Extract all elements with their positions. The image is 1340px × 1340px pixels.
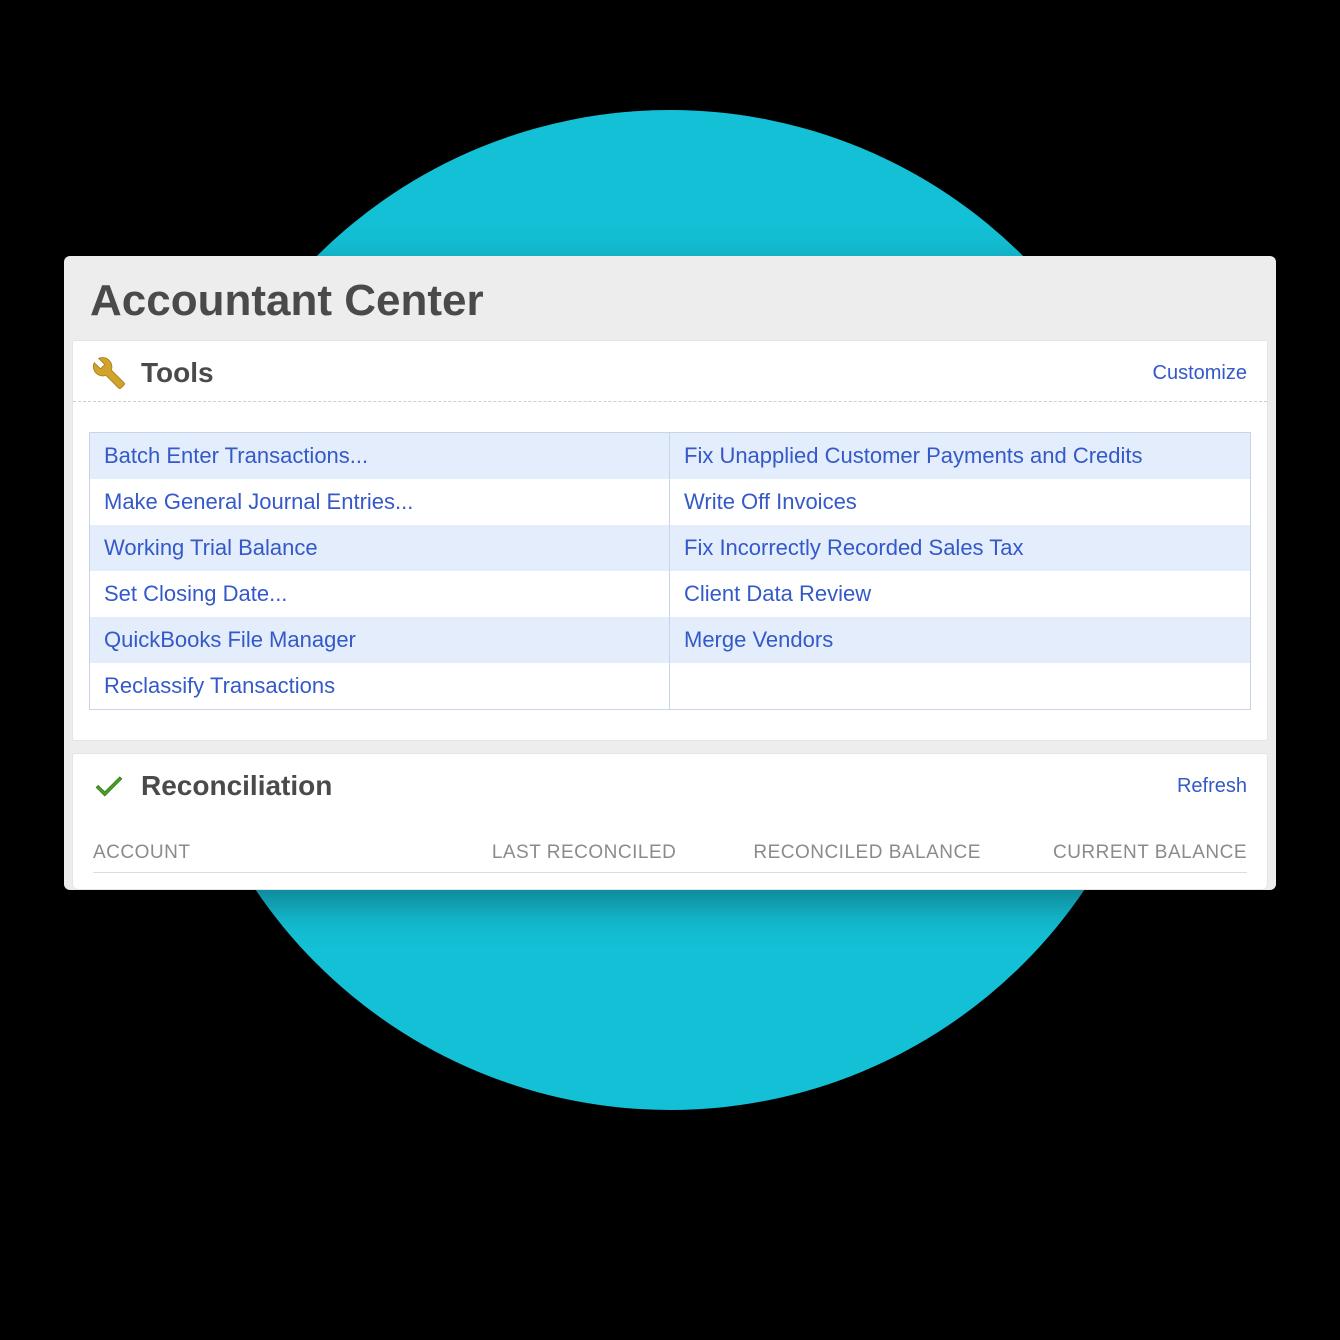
checkmark-icon <box>91 768 127 804</box>
tools-panel-header: Tools Customize <box>73 341 1267 402</box>
column-header-last-reconciled: LAST RECONCILED <box>434 842 676 864</box>
tools-right-column: Fix Unapplied Customer Payments and Cred… <box>670 433 1250 709</box>
tool-item[interactable]: Reclassify Transactions <box>90 663 669 709</box>
tools-body: Batch Enter Transactions...Make General … <box>73 402 1267 740</box>
tool-item <box>670 663 1250 709</box>
customize-link[interactable]: Customize <box>1153 362 1247 385</box>
tool-item[interactable]: Working Trial Balance <box>90 525 669 571</box>
tool-item[interactable]: Batch Enter Transactions... <box>90 433 669 479</box>
refresh-link[interactable]: Refresh <box>1177 775 1247 798</box>
window-title: Accountant Center <box>64 256 1276 340</box>
column-header-current-balance: CURRENT BALANCE <box>981 842 1247 864</box>
tools-panel: Tools Customize Batch Enter Transactions… <box>72 340 1268 741</box>
accountant-center-window: Accountant Center Tools Customize Batch … <box>64 256 1276 890</box>
tool-item[interactable]: Make General Journal Entries... <box>90 479 669 525</box>
tool-item[interactable]: Write Off Invoices <box>670 479 1250 525</box>
column-header-account: ACCOUNT <box>93 842 434 864</box>
tool-item[interactable]: Client Data Review <box>670 571 1250 617</box>
reconciliation-body: ACCOUNT LAST RECONCILED RECONCILED BALAN… <box>73 814 1267 889</box>
tools-panel-title: Tools <box>141 357 214 389</box>
tool-item[interactable]: Fix Unapplied Customer Payments and Cred… <box>670 433 1250 479</box>
reconciliation-panel-header: Reconciliation Refresh <box>73 754 1267 814</box>
tool-item[interactable]: Set Closing Date... <box>90 571 669 617</box>
tool-item[interactable]: Fix Incorrectly Recorded Sales Tax <box>670 525 1250 571</box>
reconciliation-column-headers: ACCOUNT LAST RECONCILED RECONCILED BALAN… <box>93 842 1247 873</box>
tools-left-column: Batch Enter Transactions...Make General … <box>90 433 670 709</box>
reconciliation-panel-title: Reconciliation <box>141 770 332 802</box>
tool-item[interactable]: QuickBooks File Manager <box>90 617 669 663</box>
reconciliation-panel: Reconciliation Refresh ACCOUNT LAST RECO… <box>72 753 1268 890</box>
wrench-icon <box>91 355 127 391</box>
tool-item[interactable]: Merge Vendors <box>670 617 1250 663</box>
tools-grid: Batch Enter Transactions...Make General … <box>89 432 1251 710</box>
column-header-reconciled-balance: RECONCILED BALANCE <box>676 842 981 864</box>
